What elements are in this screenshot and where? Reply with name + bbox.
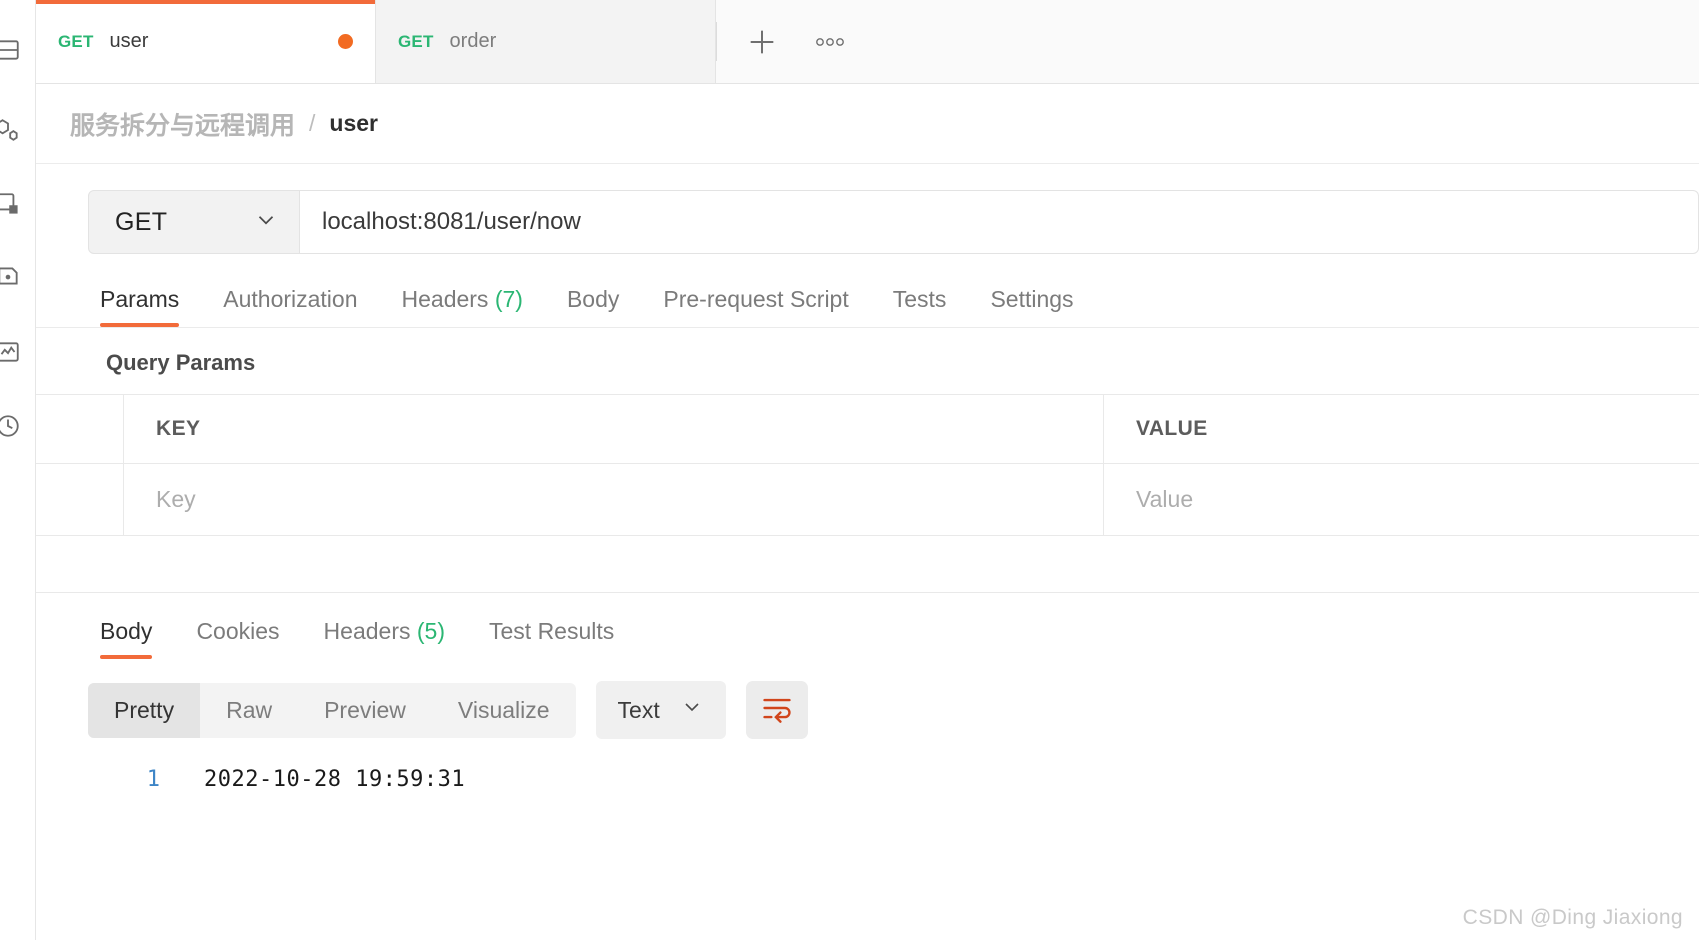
breadcrumb-separator: / bbox=[309, 110, 316, 136]
query-params-title: Query Params bbox=[106, 350, 256, 375]
tab-params[interactable]: Params bbox=[92, 286, 201, 327]
apis-icon[interactable] bbox=[0, 112, 26, 148]
url-value: localhost:8081/user/now bbox=[322, 208, 581, 235]
response-tab-cookies[interactable]: Cookies bbox=[174, 618, 301, 659]
left-icon-rail bbox=[0, 0, 36, 940]
url-input[interactable]: localhost:8081/user/now bbox=[300, 190, 1699, 254]
request-tab-order[interactable]: GET order bbox=[376, 0, 716, 83]
response-tab-headers-label: Headers bbox=[323, 618, 411, 644]
param-key-input[interactable]: Key bbox=[124, 464, 1104, 535]
tab-headers-label: Headers bbox=[401, 286, 489, 312]
query-params-spacer bbox=[36, 536, 1699, 592]
tab-headers-count: (7) bbox=[494, 286, 523, 312]
tab-authorization[interactable]: Authorization bbox=[201, 286, 379, 327]
main-area: GET user GET order 服务拆分与远程调用 / user GET … bbox=[36, 0, 1699, 940]
wrap-text-button[interactable] bbox=[745, 681, 808, 739]
watermark: CSDN @Ding Jiaxiong bbox=[1462, 906, 1683, 929]
tab-tools bbox=[717, 0, 875, 83]
tab-name-label: order bbox=[449, 30, 497, 52]
chevron-down-icon bbox=[680, 695, 704, 725]
tab-method-label: GET bbox=[398, 31, 434, 51]
query-params-header-row: KEY VALUE bbox=[36, 395, 1699, 464]
view-mode-preview[interactable]: Preview bbox=[298, 683, 432, 738]
history-icon[interactable] bbox=[0, 408, 26, 444]
tab-tests-label: Tests bbox=[892, 286, 947, 312]
line-number: 1 bbox=[146, 767, 160, 792]
query-params-row: Key Value bbox=[36, 464, 1699, 536]
line-text: 2022-10-28 19:59:31 bbox=[204, 767, 466, 792]
tab-method-label: GET bbox=[58, 31, 94, 51]
response-tab-headers[interactable]: Headers (5) bbox=[302, 618, 467, 659]
breadcrumb-parent[interactable]: 服务拆分与远程调用 bbox=[70, 106, 295, 142]
tab-pre-request-script[interactable]: Pre-request Script bbox=[641, 286, 870, 327]
tab-body-label: Body bbox=[566, 286, 620, 312]
request-config-tabs: Params Authorization Headers (7) Body Pr… bbox=[36, 272, 1699, 328]
view-mode-raw[interactable]: Raw bbox=[200, 683, 298, 738]
tab-settings[interactable]: Settings bbox=[968, 286, 1095, 327]
response-format-select[interactable]: Text bbox=[595, 681, 726, 739]
tab-body[interactable]: Body bbox=[545, 286, 641, 327]
request-tab-strip: GET user GET order bbox=[36, 0, 1699, 84]
response-body-code[interactable]: 1 2022-10-28 19:59:31 bbox=[36, 739, 1699, 792]
response-tab-cookies-label: Cookies bbox=[196, 618, 280, 644]
response-format-value: Text bbox=[617, 696, 660, 723]
response-divider bbox=[36, 592, 1699, 593]
column-header-key: KEY bbox=[124, 395, 1104, 463]
wrap-text-icon bbox=[760, 693, 794, 728]
unsaved-changes-dot bbox=[338, 34, 353, 49]
breadcrumb: 服务拆分与远程调用 / user bbox=[36, 84, 1699, 164]
response-view-toolbar: Pretty Raw Preview Visualize Text bbox=[36, 659, 1699, 739]
query-params-table: KEY VALUE Key Value bbox=[36, 394, 1699, 592]
tab-params-label: Params bbox=[100, 286, 180, 312]
response-tab-test-results-label: Test Results bbox=[489, 618, 615, 644]
monitors-icon[interactable] bbox=[0, 334, 26, 370]
tab-name-label: user bbox=[109, 30, 149, 52]
breadcrumb-current: user bbox=[329, 110, 378, 136]
view-mode-pretty[interactable]: Pretty bbox=[88, 682, 201, 738]
response-tab-body[interactable]: Body bbox=[92, 618, 174, 659]
http-method-select[interactable]: GET bbox=[88, 190, 300, 254]
request-tab-user[interactable]: GET user bbox=[36, 0, 376, 83]
collections-icon[interactable] bbox=[0, 32, 26, 68]
param-value-input[interactable]: Value bbox=[1104, 464, 1699, 535]
header-checkbox-cell bbox=[36, 395, 124, 463]
environments-icon[interactable] bbox=[0, 186, 26, 222]
response-view-mode-group: Pretty Raw Preview Visualize bbox=[88, 682, 576, 738]
mock-servers-icon[interactable] bbox=[0, 258, 26, 294]
row-checkbox-cell[interactable] bbox=[36, 464, 124, 535]
tab-more-options-icon[interactable] bbox=[813, 35, 847, 49]
url-bar: GET localhost:8081/user/now bbox=[36, 164, 1699, 272]
postman-window: GET user GET order 服务拆分与远程调用 / user GET … bbox=[0, 0, 1699, 940]
tab-pre-request-script-label: Pre-request Script bbox=[663, 286, 849, 312]
chevron-down-icon bbox=[253, 207, 279, 238]
tab-authorization-label: Authorization bbox=[223, 286, 358, 312]
view-mode-visualize[interactable]: Visualize bbox=[432, 683, 576, 738]
column-header-value: VALUE bbox=[1136, 417, 1208, 440]
response-tab-headers-count: (5) bbox=[416, 618, 445, 644]
code-line: 1 2022-10-28 19:59:31 bbox=[36, 767, 1699, 792]
response-tabs: Body Cookies Headers (5) Test Results bbox=[36, 603, 1699, 659]
tab-headers[interactable]: Headers (7) bbox=[380, 286, 545, 327]
tab-strip-filler bbox=[875, 0, 1699, 83]
response-tab-body-label: Body bbox=[100, 618, 153, 644]
response-tab-test-results[interactable]: Test Results bbox=[467, 618, 636, 659]
tab-tests[interactable]: Tests bbox=[871, 286, 969, 327]
http-method-value: GET bbox=[115, 207, 168, 236]
tab-settings-label: Settings bbox=[990, 286, 1074, 312]
new-tab-plus-icon[interactable] bbox=[745, 25, 779, 59]
